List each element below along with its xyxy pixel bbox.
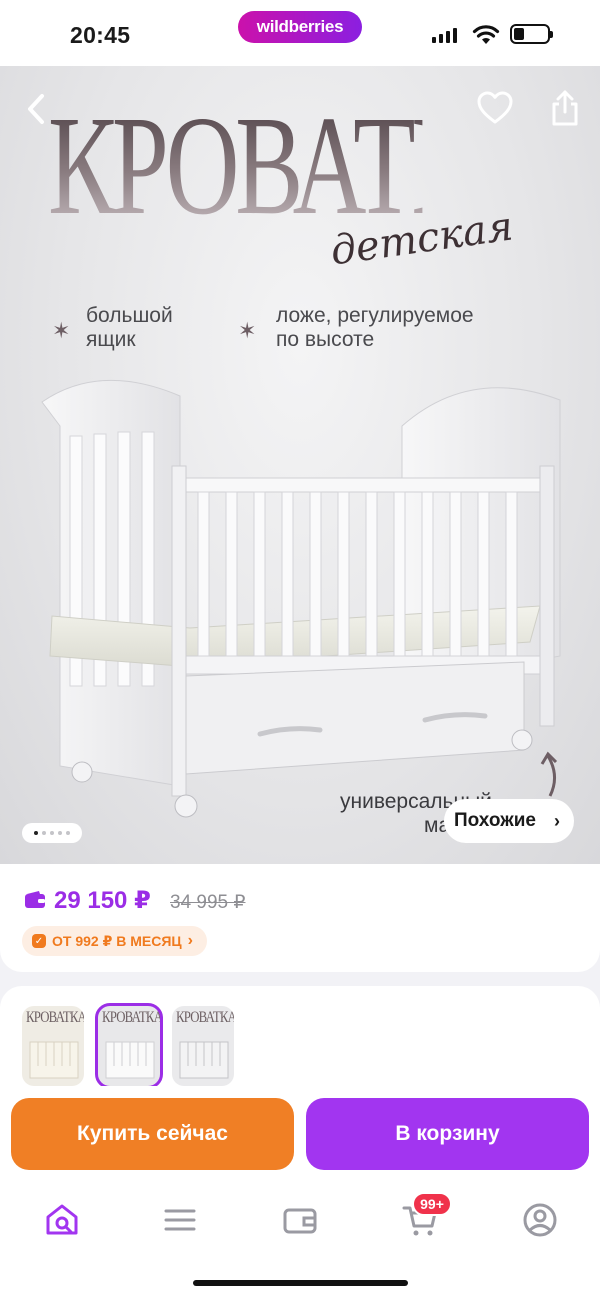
crib-image [41,379,561,818]
chevron-right-icon: › [553,811,560,831]
gallery-dot [50,831,54,835]
bottom-nav: 99+ [0,1186,600,1297]
installment-label: ОТ 992 ₽ В МЕСЯЦ [52,932,182,949]
wifi-icon [472,25,500,44]
share-icon[interactable] [548,88,582,128]
star-icon: ✶ [238,318,257,343]
gallery-pagination [22,823,82,843]
installment-icon: ✓ [32,934,46,948]
heart-icon[interactable] [476,90,514,126]
variant-title: КРОВАТКА [176,1009,234,1026]
cart-count-badge: 99+ [412,1192,452,1216]
action-bar: Купить сейчас В корзину [0,1086,600,1186]
gallery-dot [34,831,38,835]
star-icon: ✶ [52,318,71,343]
gallery-dot [42,831,46,835]
variant-title: КРОВАТКА [26,1009,84,1026]
old-price: 34 995 ₽ [170,892,246,913]
feature-1-line1: большой [86,304,173,327]
gallery-dot [58,831,62,835]
feature-2: ложе, регулируемое по высоте [276,304,474,352]
installment-button[interactable]: ✓ ОТ 992 ₽ В МЕСЯЦ › [22,926,207,956]
add-to-cart-button[interactable]: В корзину [306,1098,589,1170]
profile-icon[interactable] [520,1200,560,1240]
current-price: 29 150 ₽ [54,887,151,914]
status-time: 20:45 [70,22,131,48]
feature-2-line2: по высоте [276,328,375,351]
back-arrow-icon[interactable] [22,90,52,128]
similar-button[interactable]: Похожие › [444,799,574,843]
variant-title: КРОВАТКА [102,1009,160,1026]
image-headline: КРОВАТКА [48,86,549,244]
product-image-gallery[interactable]: КРОВАТКА детская ✶ большой ящик ✶ ложе, … [0,66,600,864]
chevron-right-icon: › [187,932,193,949]
feature-1-line2: ящик [86,328,136,351]
variant-thumb-grey[interactable]: КРОВАТКА [172,1006,234,1086]
buy-now-button[interactable]: Купить сейчас [11,1098,294,1170]
app-badge: wildberries [238,11,362,43]
variant-thumb-cream[interactable]: КРОВАТКА [22,1006,84,1086]
wallet-icon [25,891,45,908]
status-bar: 20:45 wildberries [0,0,600,66]
feature-2-line1: ложе, регулируемое [276,304,474,327]
feature-1: большой ящик [86,304,173,352]
price-card: 29 150 ₽ 34 995 ₽ ✓ ОТ 992 ₽ В МЕСЯЦ › [0,864,600,972]
gallery-dot [66,831,70,835]
similar-label: Похожие [454,810,536,831]
home-search-icon[interactable] [42,1200,82,1240]
signal-icon [432,28,457,43]
variant-thumb-white[interactable]: КРОВАТКА [95,1003,163,1089]
battery-icon [510,24,553,44]
home-indicator[interactable] [193,1280,408,1286]
catalog-menu-icon[interactable] [160,1200,200,1240]
wallet-icon[interactable] [280,1200,320,1240]
